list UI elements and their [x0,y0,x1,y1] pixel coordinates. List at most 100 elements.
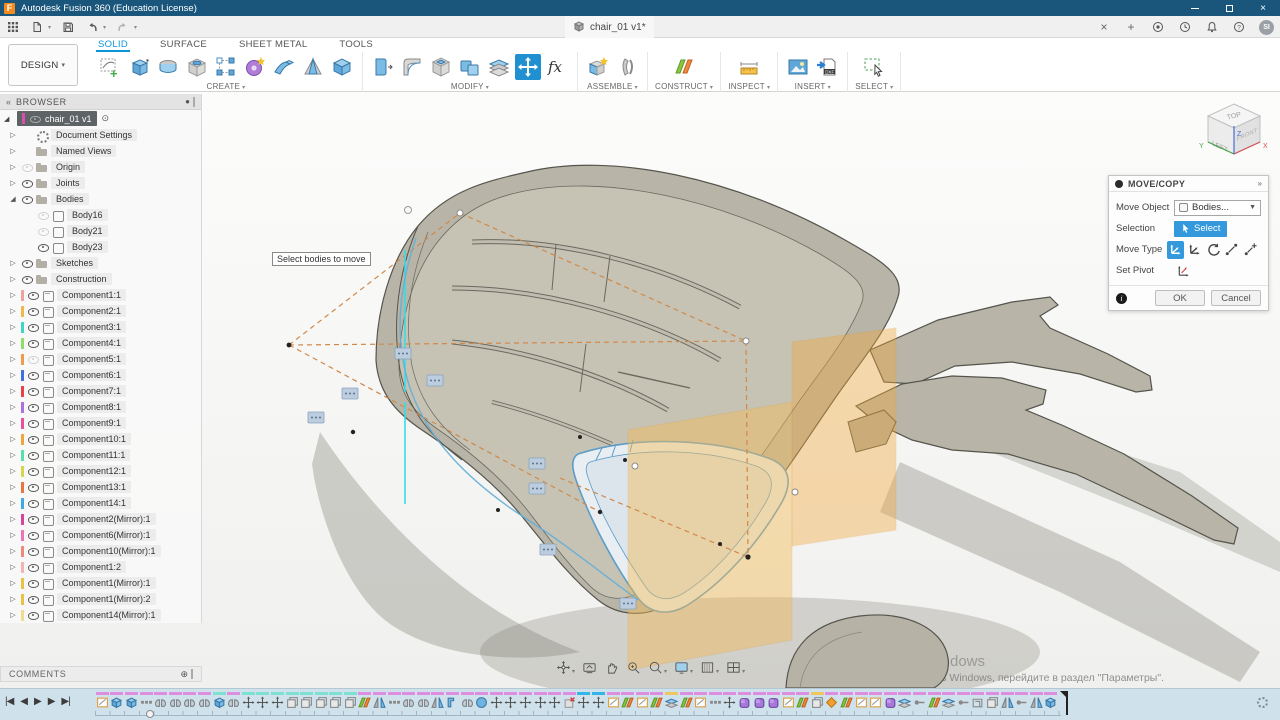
pan-button[interactable] [604,660,619,678]
browser-row-component1-mirror-1[interactable]: ▷ Component1(Mirror):1 [0,575,201,591]
browser-row-component8-1[interactable]: ▷ Component8:1 [0,399,201,415]
expand-icon[interactable]: ▷ [8,499,18,507]
joint-button[interactable] [614,54,640,80]
browser-row-component1-mirror-2[interactable]: ▷ Component1(Mirror):2 [0,591,201,607]
timeline-feature-copy[interactable] [314,692,329,710]
group-label-create[interactable]: CREATE [207,82,246,91]
browser-row-sketches[interactable]: ▷ Sketches [0,255,201,271]
timeline-feature-boolean[interactable] [883,692,898,710]
timeline-feature-mirror[interactable] [401,692,416,710]
group-label-insert[interactable]: INSERT [795,82,831,91]
timeline-feature-mirror[interactable] [372,692,387,710]
timeline-feature-plane[interactable] [839,692,854,710]
timeline-feature-mirror[interactable] [416,692,431,710]
timeline-feature-plane[interactable] [620,692,635,710]
ok-button[interactable]: OK [1155,290,1205,306]
set-pivot-button[interactable] [1174,262,1193,280]
visibility-eye-icon[interactable] [27,450,39,460]
timeline-feature-point[interactable] [825,692,840,710]
browser-row-component10-mirror-1[interactable]: ▷ Component10(Mirror):1 [0,543,201,559]
timeline-feature-sketch[interactable] [95,692,110,710]
expand-icon[interactable]: ▷ [8,371,18,379]
minimize-button[interactable] [1178,0,1212,16]
timeline-feature-sphere[interactable] [474,692,489,710]
timeline-feature-mirror[interactable] [431,692,446,710]
sweep-button[interactable] [271,54,297,80]
timeline-feature-copy[interactable] [985,692,1000,710]
panel-dock-icon[interactable]: ● [185,97,190,106]
expand-icon[interactable]: ▷ [8,563,18,571]
timeline-feature-copy[interactable] [329,692,344,710]
insert-dxf-button[interactable]: DXF [814,54,840,80]
comments-panel[interactable]: COMMENTS ⊕ [0,666,202,682]
timeline-feature-split-body[interactable] [941,692,956,710]
expand-icon[interactable]: ▷ [8,595,18,603]
activate-component-radio[interactable]: ⊙ [102,113,110,124]
timeline-feature-sketch[interactable] [693,692,708,710]
revolve-button[interactable] [155,54,181,80]
move-type-rotate-button[interactable] [1205,241,1222,259]
close-tab-button[interactable]: × [1097,20,1111,34]
change-parameters-button[interactable]: fx [544,54,570,80]
timeline-feature-move[interactable] [241,692,256,710]
coil-button[interactable] [242,54,268,80]
browser-row-component1-2[interactable]: ▷ Component1:2 [0,559,201,575]
save-button[interactable] [61,20,75,34]
look-at-button[interactable] [582,660,597,678]
browser-row-component14-mirror-1[interactable]: ▷ Component14(Mirror):1 [0,607,201,623]
browser-row-component9-1[interactable]: ▷ Component9:1 [0,415,201,431]
expand-icon[interactable]: ▷ [8,307,18,315]
timeline-slider-handle[interactable] [146,710,154,718]
shell-button[interactable] [428,54,454,80]
visibility-eye-icon[interactable] [27,418,39,428]
browser-row-body23[interactable]: Body23 [0,239,201,255]
move-object-dropdown[interactable]: Bodies... ▼ [1174,199,1261,216]
workspace-selector[interactable]: DESIGN [8,44,78,86]
visibility-eye-icon[interactable] [27,354,39,364]
expand-icon[interactable]: ▷ [8,163,18,171]
measure-button[interactable] [736,54,762,80]
timeline-feature-plane[interactable] [927,692,942,710]
move-type-free-button[interactable] [1186,241,1203,259]
ribbon-tab-tools[interactable]: TOOLS [337,39,375,52]
timeline-feature-offset[interactable] [912,692,927,710]
timeline-feature-delete[interactable] [562,692,577,710]
redo-button[interactable] [116,20,130,34]
visibility-eye-icon[interactable] [37,226,49,236]
timeline-feature-extrude[interactable] [1044,692,1059,710]
timeline-feature-mirror[interactable] [460,692,475,710]
help-icon[interactable]: ? [1232,20,1246,34]
timeline-feature-extrude[interactable] [124,692,139,710]
browser-root-row[interactable]: ◢ chair_01 v1 ⊙ [0,110,201,127]
expand-icon[interactable]: ◢ [4,115,14,123]
timeline-feature-mirror[interactable] [168,692,183,710]
browser-row-construction[interactable]: ▷ Construction [0,271,201,287]
expand-icon[interactable]: ▷ [8,355,18,363]
timeline-feature-move[interactable] [518,692,533,710]
browser-row-component1-1[interactable]: ▷ Component1:1 [0,287,201,303]
expand-icon[interactable]: ▷ [8,291,18,299]
dialog-header[interactable]: MOVE/COPY » [1109,176,1268,192]
expand-icon[interactable]: ▷ [8,179,18,187]
file-menu-button[interactable] [30,20,44,34]
timeline-feature-mirror[interactable] [1000,692,1015,710]
timeline-feature-copy[interactable] [343,692,358,710]
visibility-eye-icon[interactable] [21,274,33,284]
timeline-feature-copy[interactable] [810,692,825,710]
expand-icon[interactable]: ▷ [8,515,18,523]
timeline-feature-move[interactable] [489,692,504,710]
orbit-button[interactable]: ▾ [556,660,575,678]
job-status-icon[interactable] [1178,20,1192,34]
browser-row-component6-1[interactable]: ▷ Component6:1 [0,367,201,383]
timeline-feature-sketch[interactable] [635,692,650,710]
ribbon-tab-surface[interactable]: SURFACE [158,39,209,52]
visibility-eye-icon[interactable] [27,546,39,556]
browser-row-component11-1[interactable]: ▷ Component11:1 [0,447,201,463]
expand-icon[interactable]: ▷ [8,259,18,267]
timeline-play-button[interactable]: ▶ [34,696,42,707]
visibility-eye-icon[interactable] [21,162,33,172]
timeline-feature-extrude[interactable] [110,692,125,710]
browser-row-bodies[interactable]: ◢ Bodies [0,191,201,207]
browser-row-component13-1[interactable]: ▷ Component13:1 [0,479,201,495]
timeline-feature-move[interactable] [504,692,519,710]
